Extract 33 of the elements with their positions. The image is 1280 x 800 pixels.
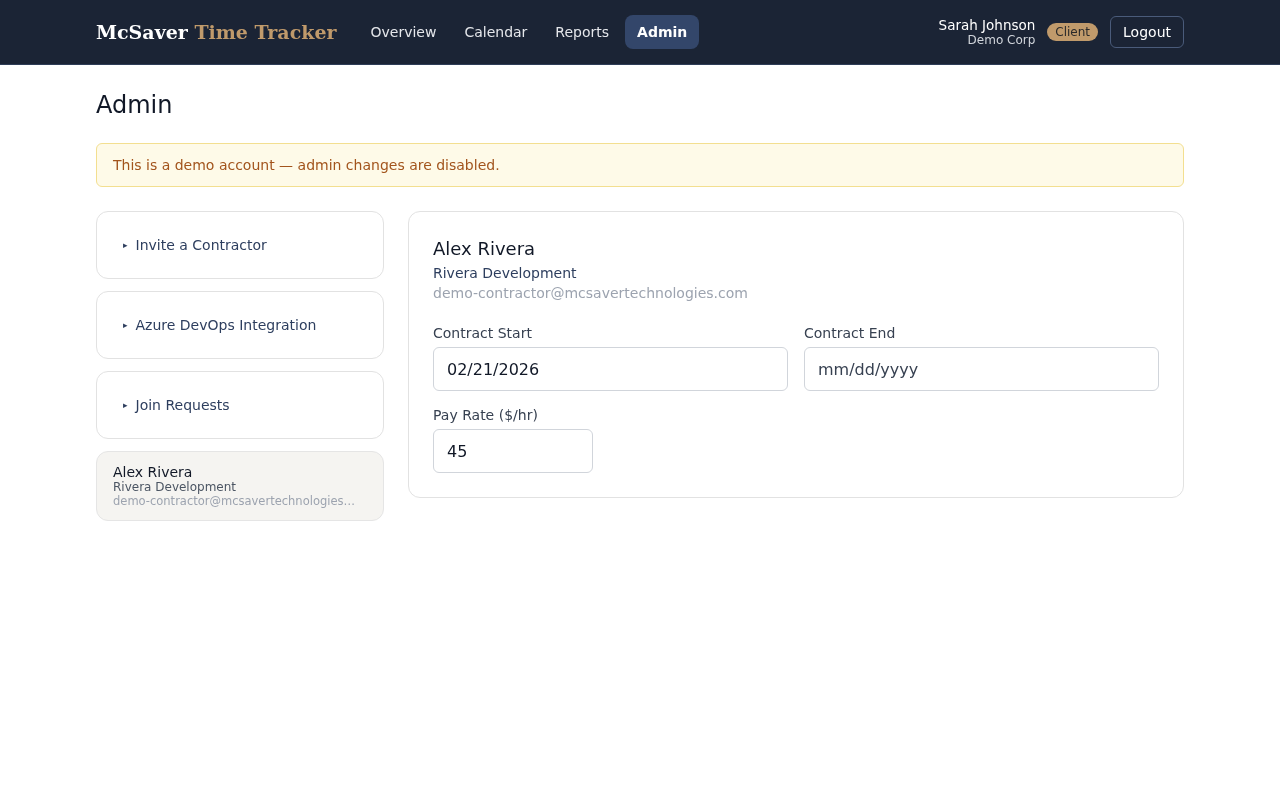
input-field[interactable]: 02/21/2026 xyxy=(433,347,788,391)
contractor-name: Alex Rivera xyxy=(433,238,537,259)
section-label: Azure DevOps Integration xyxy=(135,317,317,333)
nav-tab[interactable]: Admin xyxy=(625,15,700,49)
app-logo[interactable]: McSaver Time Tracker xyxy=(96,21,337,43)
user-name: Sarah Johnson xyxy=(938,17,1036,33)
triangle-icon: ▸ xyxy=(123,240,128,250)
contractor-email: demo-contractor@mcsavertechnologies.com xyxy=(433,285,749,301)
page-title: Admin xyxy=(96,91,174,119)
nav-tab[interactable]: Overview xyxy=(358,15,449,49)
role-badge: Client xyxy=(1047,23,1099,41)
section-label: Join Requests xyxy=(135,397,230,413)
user-company: Demo Corp xyxy=(967,33,1036,47)
collapsible-section[interactable]: ▸ Join Requests xyxy=(96,371,384,439)
contractor-card[interactable]: Alex Rivera Rivera Development demo-contractor@mcsavertechnologies… xyxy=(96,451,384,521)
contractor-email: demo-contractor@mcsavertechnologies… xyxy=(113,494,356,508)
contractor-company: Rivera Development xyxy=(113,480,238,494)
triangle-icon: ▸ xyxy=(123,320,128,330)
contractor-company: Rivera Development xyxy=(433,265,578,281)
collapsible-section[interactable]: ▸ Azure DevOps Integration xyxy=(96,291,384,359)
field-label: Contract End xyxy=(804,325,897,341)
logout-button[interactable]: Logout xyxy=(1110,16,1184,48)
nav-tab[interactable]: Calendar xyxy=(452,15,540,49)
triangle-icon: ▸ xyxy=(123,400,128,410)
section-label: Invite a Contractor xyxy=(135,237,267,253)
input-field[interactable]: 45 xyxy=(433,429,593,473)
field-label: Contract Start xyxy=(433,325,533,341)
demo-alert: This is a demo account — admin changes are disabled. xyxy=(96,143,1184,187)
collapsible-section[interactable]: ▸ Invite a Contractor xyxy=(96,211,384,279)
field-label: Pay Rate ($/hr) xyxy=(433,407,539,423)
contractor-name: Alex Rivera xyxy=(113,464,194,480)
nav-tab[interactable]: Reports xyxy=(543,15,622,49)
input-field[interactable]: mm/dd/yyyy xyxy=(804,347,1159,391)
